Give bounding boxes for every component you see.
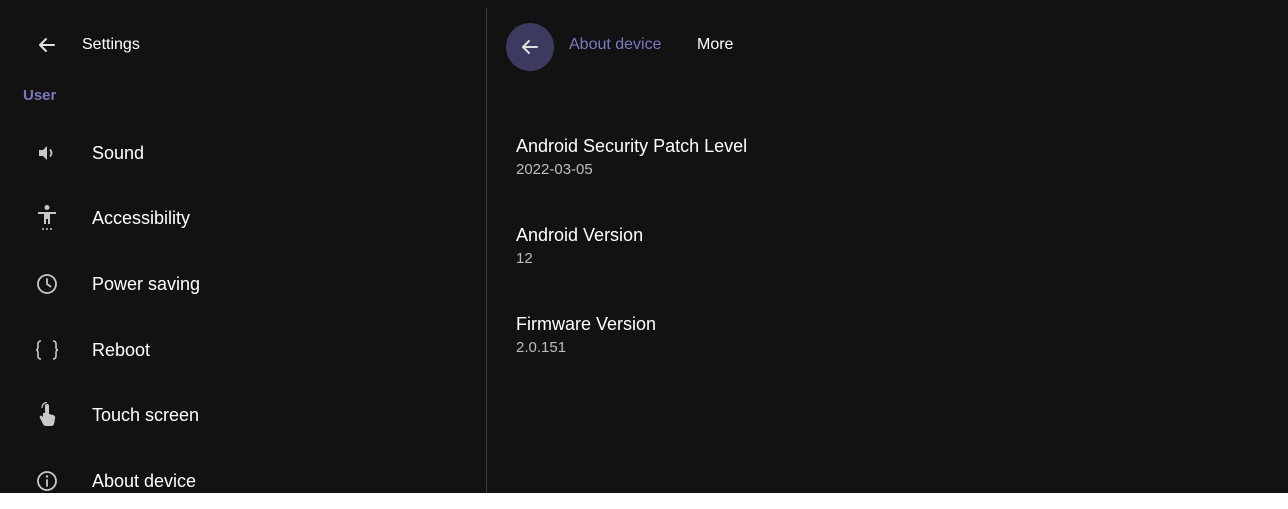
info-title: Android Security Patch Level: [516, 136, 748, 156]
menu-item-label: Reboot: [92, 339, 151, 360]
menu-item-label: Power saving: [92, 273, 201, 294]
menu-item-accessibility[interactable]: Accessibility: [0, 190, 484, 246]
breadcrumb-about-device[interactable]: About device: [569, 36, 662, 54]
info-icon: [33, 467, 61, 495]
menu-item-about-device[interactable]: About device: [0, 453, 484, 509]
menu-item-label: Accessibility: [92, 207, 191, 228]
detail-back-button[interactable]: [506, 23, 554, 71]
menu-item-sound[interactable]: Sound: [0, 125, 484, 181]
speaker-icon: [33, 139, 61, 167]
menu-item-power-saving[interactable]: Power saving: [0, 256, 484, 312]
detail-pane: About device More Android Security Patch…: [487, 8, 1288, 493]
menu-item-reboot[interactable]: Reboot: [0, 322, 484, 378]
info-title: Android Version: [516, 225, 644, 245]
info-android-version: Android Version 12: [516, 224, 643, 270]
screen: Settings User Sound Accessibility Power …: [0, 0, 1288, 493]
settings-sidebar: Settings User Sound Accessibility Power …: [0, 8, 484, 493]
breadcrumb-more[interactable]: More: [697, 36, 733, 54]
braces-icon: [33, 336, 61, 364]
menu-item-label: About device: [92, 470, 197, 491]
menu-item-label: Sound: [92, 142, 145, 163]
accessibility-icon: [33, 204, 61, 232]
settings-title: Settings: [82, 36, 140, 53]
info-security-patch: Android Security Patch Level 2022-03-05: [516, 135, 747, 181]
touch-icon: [33, 401, 61, 429]
menu-item-touch-screen[interactable]: Touch screen: [0, 387, 484, 443]
arrow-left-icon: [522, 40, 538, 54]
info-firmware-version: Firmware Version 2.0.151: [516, 313, 656, 359]
arrow-left-icon: [39, 38, 55, 52]
menu-item-label: Touch screen: [92, 404, 200, 425]
info-value: 2022-03-05: [516, 161, 593, 178]
section-label-user: User: [23, 87, 57, 104]
info-value: 12: [516, 250, 533, 267]
info-title: Firmware Version: [516, 314, 657, 334]
clock-icon: [33, 270, 61, 298]
back-button[interactable]: [30, 28, 64, 62]
info-value: 2.0.151: [516, 339, 567, 356]
